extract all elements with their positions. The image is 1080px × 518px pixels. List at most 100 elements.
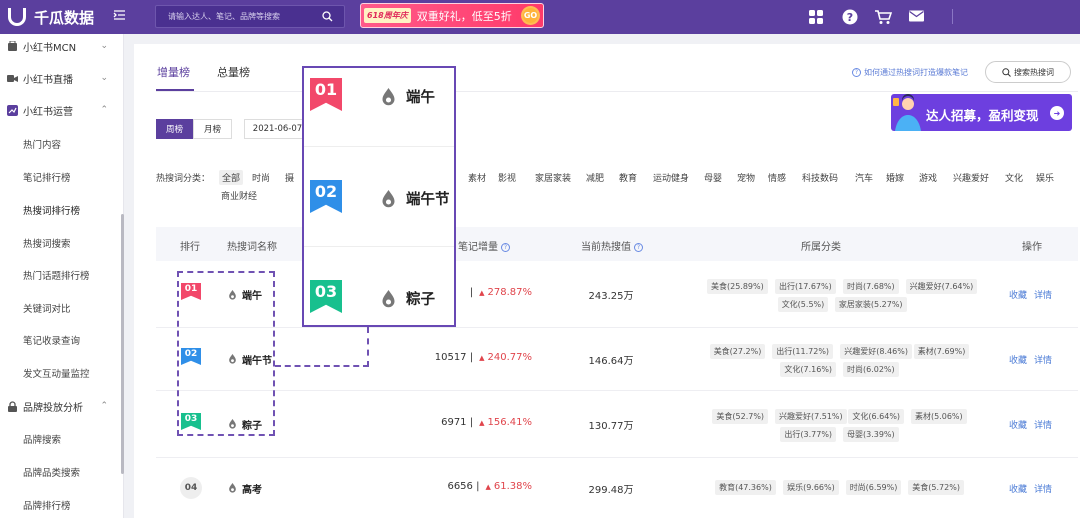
heat-value: 130.77万	[588, 420, 634, 432]
chevron-down-icon: ⌄	[100, 73, 108, 83]
notes-increment: 6656 | ▲ 61.38%	[447, 481, 532, 492]
week-tab[interactable]: 周榜	[156, 119, 193, 139]
cart-icon[interactable]	[874, 9, 893, 26]
category-chip: 兴趣爱好(7.64%)	[905, 279, 978, 294]
category-item[interactable]: 影视	[498, 171, 516, 184]
category-item[interactable]: 游戏	[919, 171, 937, 184]
logo-icon	[8, 8, 26, 26]
sidebar-group-label: 小红书MCN	[23, 42, 77, 54]
brand-logo[interactable]: 千瓜数据	[8, 7, 94, 27]
category-item[interactable]: 兴趣爱好	[953, 171, 989, 184]
category-item[interactable]: 减肥	[586, 171, 604, 184]
tab-increment[interactable]: 增量榜	[157, 64, 190, 80]
sidebar-item-hot-topic-ranking[interactable]: 热门话题排行榜	[23, 268, 90, 282]
category-fashion[interactable]: 时尚	[252, 171, 270, 184]
zoom-rank-badge: 03	[310, 280, 342, 313]
search-icon[interactable]	[314, 8, 340, 25]
search-icon	[1002, 67, 1011, 77]
sidebar-item-brand-category-search[interactable]: 品牌品类搜索	[23, 465, 80, 479]
collect-link[interactable]: 收藏	[1009, 288, 1027, 301]
zoom-keyword: 粽子	[380, 288, 435, 309]
category-item[interactable]: 素材	[468, 171, 486, 184]
sidebar-group-operation[interactable]: 小红书运营 ⌃	[0, 98, 124, 122]
category-chip: 素材(5.06%)	[911, 408, 967, 424]
zoom-divider	[304, 146, 454, 147]
sidebar-group-mcn[interactable]: 小红书MCN ⌄	[0, 34, 124, 58]
help-icon[interactable]: ?	[842, 9, 859, 26]
category-business[interactable]: 商业财经	[221, 189, 257, 202]
category-item[interactable]: 文化	[1005, 171, 1023, 184]
category-chip: 时尚(7.68%)	[843, 279, 899, 294]
promo-tag: 618周年庆	[364, 8, 411, 23]
zoom-rank-number: 01	[314, 80, 338, 99]
category-chip: 文化(7.16%)	[780, 361, 837, 377]
detail-link[interactable]: 详情	[1034, 418, 1052, 431]
sidebar-item-hot-content[interactable]: 热门内容	[23, 137, 61, 151]
howto-link[interactable]: ? 如何通过热搜词打造爆款笔记	[852, 67, 968, 78]
row-divider	[156, 457, 1078, 458]
category-item[interactable]: 母婴	[704, 171, 722, 184]
tab-total[interactable]: 总量榜	[217, 64, 250, 80]
sidebar-item-hot-search-query[interactable]: 热搜词搜索	[23, 236, 71, 250]
collapse-icon[interactable]	[113, 9, 126, 25]
category-item[interactable]: 娱乐	[1036, 171, 1054, 184]
collect-link[interactable]: 收藏	[1009, 418, 1027, 431]
help-circle-icon[interactable]: ?	[634, 242, 643, 252]
category-chip: 时尚(6.59%)	[845, 479, 902, 495]
rank-number: 01	[184, 284, 198, 294]
sidebar-item-note-index-query[interactable]: 笔记收录查询	[23, 333, 80, 347]
category-item[interactable]: 运动健身	[653, 171, 689, 184]
sidebar-item-keyword-compare[interactable]: 关键词对比	[23, 301, 71, 315]
keyword-cell[interactable]: 高考	[228, 481, 262, 496]
recruit-banner[interactable]: 达人招募，盈利变现 ➜	[891, 94, 1072, 131]
collect-link[interactable]: 收藏	[1009, 482, 1027, 495]
zoom-keyword: 端午节	[380, 188, 450, 209]
mail-icon[interactable]	[908, 9, 925, 26]
category-item[interactable]: 宠物	[737, 171, 755, 184]
sidebar-group-label: 小红书运营	[23, 106, 73, 118]
keyword-text[interactable]: 高考	[242, 481, 262, 496]
sidebar-item-interaction-monitor[interactable]: 发文互动量监控	[23, 366, 90, 380]
notes-value: 10517	[434, 351, 467, 363]
promo-go-button[interactable]: GO	[521, 6, 540, 25]
category-item[interactable]: 教育	[619, 171, 637, 184]
chart-icon	[7, 104, 18, 116]
help-circle-icon[interactable]: ?	[501, 242, 510, 252]
brand-name: 千瓜数据	[34, 8, 95, 27]
category-item[interactable]: 汽车	[855, 171, 873, 184]
sidebar-item-brand-ranking[interactable]: 品牌排行榜	[23, 498, 71, 512]
zoom-rank-badge: 01	[310, 78, 342, 111]
category-item[interactable]: 家居家装	[535, 171, 571, 184]
apps-icon[interactable]	[808, 9, 825, 26]
sidebar-group-brand[interactable]: 品牌投放分析 ⌃	[0, 394, 124, 418]
sidebar-group-live[interactable]: 小红书直播 ⌄	[0, 66, 124, 90]
sidebar-item-hot-search-ranking[interactable]: 热搜词排行榜	[23, 203, 80, 217]
zoom-rank-badge: 02	[310, 180, 342, 213]
main-panel: 增量榜 总量榜 ? 如何通过热搜词打造爆款笔记 搜索热搜词 周榜 月榜 2021-…	[134, 44, 1080, 518]
detail-link[interactable]: 详情	[1034, 288, 1052, 301]
sidebar-scrollbar[interactable]	[121, 214, 124, 474]
search-input[interactable]: 请输入达人、笔记、品牌等搜索	[168, 11, 280, 22]
category-item[interactable]: 情感	[768, 171, 786, 184]
detail-link[interactable]: 详情	[1034, 482, 1052, 495]
rank-number: 03	[184, 413, 198, 424]
header-rank: 排行	[180, 242, 200, 253]
sidebar-item-note-ranking[interactable]: 笔记排行榜	[23, 170, 71, 184]
category-chip: 素材(7.69%)	[913, 343, 970, 359]
notes-increment: 10517 | ▲ 240.77%	[435, 352, 532, 363]
category-partial[interactable]: 摄	[285, 171, 294, 184]
detail-link[interactable]: 详情	[1034, 353, 1052, 366]
collect-link[interactable]: 收藏	[1009, 353, 1027, 366]
category-all[interactable]: 全部	[219, 170, 244, 185]
topbar-divider	[952, 9, 953, 24]
category-chip: 美食(52.7%)	[712, 408, 769, 424]
sidebar: 小红书MCN ⌄ 小红书直播 ⌄ 小红书运营 ⌃ 热门内容 笔记排行榜 热搜词排…	[0, 34, 124, 518]
category-item[interactable]: 婚嫁	[886, 171, 904, 184]
hot-search-button[interactable]: 搜索热搜词	[985, 61, 1071, 83]
month-tab[interactable]: 月榜	[193, 119, 232, 139]
chevron-up-icon: ⌃	[100, 401, 108, 411]
promo-banner[interactable]: 618周年庆 双重好礼，低至5折 GO	[360, 3, 544, 28]
date-picker[interactable]: 2021-06-07	[244, 119, 310, 139]
category-item[interactable]: 科技数码	[802, 171, 838, 184]
sidebar-item-brand-search[interactable]: 品牌搜索	[23, 432, 61, 446]
